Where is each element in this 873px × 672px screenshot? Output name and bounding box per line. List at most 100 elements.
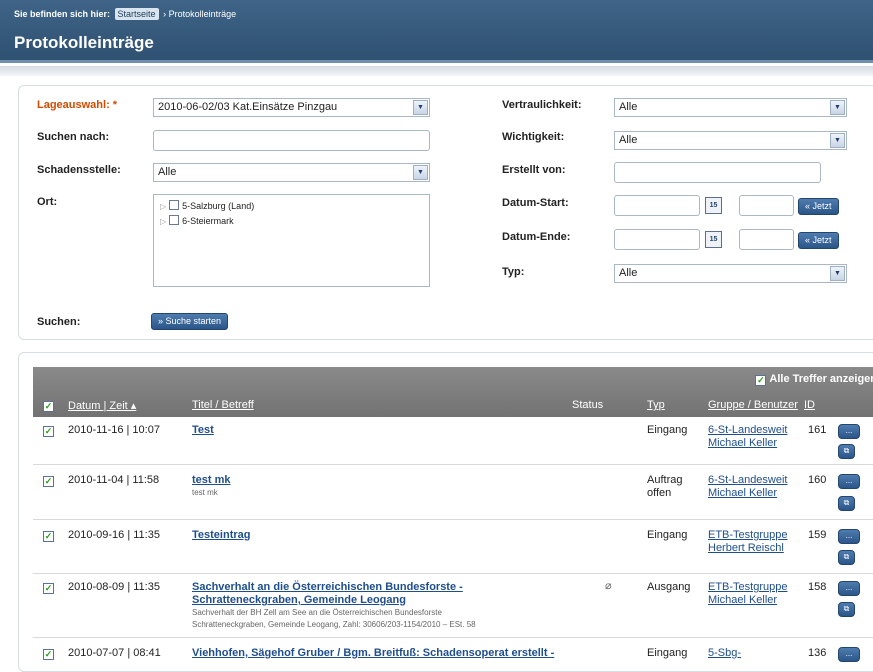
tree-node-salzburg[interactable]: ▷ 5-Salzburg (Land) <box>160 200 254 211</box>
chevron-down-icon: ▼ <box>830 133 845 148</box>
row-benutzer[interactable]: Herbert Reischl <box>708 542 784 554</box>
row-gruppe[interactable]: 6-St-Landesweit <box>708 474 788 486</box>
tree-checkbox[interactable] <box>169 215 180 225</box>
lageauswahl-label: Lageauswahl: * <box>37 99 118 111</box>
row-more-button[interactable]: ... <box>838 424 860 439</box>
expand-arrow-icon[interactable]: ▷ <box>160 202 166 211</box>
chevron-down-icon: ▼ <box>830 100 845 115</box>
typ-select[interactable]: Alle ▼ <box>614 264 847 283</box>
erstellt-von-input[interactable] <box>614 162 821 183</box>
row-datum: 2010-11-04 | 11:58 <box>68 474 160 486</box>
breadcrumb: Sie befinden sich hier: Startseite › Pro… <box>14 8 236 20</box>
row-benutzer[interactable]: Michael Keller <box>708 437 777 449</box>
ort-tree[interactable]: ▷ 5-Salzburg (Land) ▷ 6-Steiermark <box>153 194 430 287</box>
results-panel: ✓ Alle Treffer anzeigen ✓ Datum | Zeit ▴ … <box>18 352 873 672</box>
row-more-button[interactable]: ... <box>838 647 860 662</box>
row-subtitle-line2: Schratteneckgraben, Gemeinde Leogang, Za… <box>192 620 476 629</box>
row-checkbox[interactable]: ✓ <box>43 426 54 437</box>
chevron-down-icon: ▼ <box>413 100 428 115</box>
page-header: Sie befinden sich hier: Startseite › Pro… <box>0 0 873 63</box>
row-checkbox[interactable]: ✓ <box>43 649 54 660</box>
wichtigkeit-value: Alle <box>619 134 638 146</box>
schadensstelle-label: Schadensstelle: <box>37 164 121 176</box>
tree-checkbox[interactable] <box>169 200 180 210</box>
row-gruppe[interactable]: 6-St-Landesweit <box>708 424 788 436</box>
row-gruppe[interactable]: ETB-Testgruppe <box>708 581 787 593</box>
row-gruppe[interactable]: 5-Sbg- <box>708 647 741 659</box>
row-id: 158 <box>808 581 827 593</box>
datum-start-time-input[interactable] <box>739 195 794 216</box>
row-more-button[interactable]: ... <box>838 581 860 596</box>
column-header-typ[interactable]: Typ <box>647 399 665 411</box>
row-more-button[interactable]: ... <box>838 529 860 544</box>
row-id: 160 <box>808 474 827 486</box>
calendar-icon[interactable]: 15 <box>705 231 722 248</box>
datum-ende-jetzt-button[interactable]: « Jetzt <box>798 232 839 249</box>
row-typ: Eingang <box>647 424 688 436</box>
row-title[interactable]: test mk <box>192 474 231 486</box>
table-row: ✓ 2010-11-04 | 11:58 test mk test mk Auf… <box>33 465 873 520</box>
datum-ende-time-input[interactable] <box>739 229 794 250</box>
row-checkbox[interactable]: ✓ <box>43 583 54 594</box>
row-title[interactable]: Testeintrag <box>192 529 250 541</box>
row-checkbox[interactable]: ✓ <box>43 476 54 487</box>
row-benutzer[interactable]: Michael Keller <box>708 487 777 499</box>
copy-icon[interactable]: ⧉ <box>838 496 855 511</box>
row-checkbox[interactable]: ✓ <box>43 531 54 542</box>
copy-icon[interactable]: ⧉ <box>838 602 855 617</box>
results-table-header: ✓ Alle Treffer anzeigen ✓ Datum | Zeit ▴ … <box>33 367 873 417</box>
checkbox[interactable]: ✓ <box>755 375 767 386</box>
suche-starten-button[interactable]: » Suche starten <box>151 313 229 330</box>
row-title-line2[interactable]: Schratteneckgraben, Gemeinde Leogang <box>192 594 406 606</box>
all-hits-toggle[interactable]: ✓ Alle Treffer anzeigen <box>755 373 873 386</box>
suchen-label: Suchen: <box>37 316 81 328</box>
vertraulichkeit-select[interactable]: Alle ▼ <box>614 98 847 117</box>
datum-ende-label: Datum-Ende: <box>502 231 571 243</box>
row-datum: 2010-08-09 | 11:35 <box>68 581 160 593</box>
datum-start-label: Datum-Start: <box>502 197 569 209</box>
row-id: 161 <box>808 424 827 436</box>
lageauswahl-value: 2010-06-02/03 Kat.Einsätze Pinzgau <box>158 101 338 113</box>
schadensstelle-select[interactable]: Alle ▼ <box>153 163 430 182</box>
row-title[interactable]: Sachverhalt an die Österreichischen Bund… <box>192 581 463 593</box>
tree-node-steiermark[interactable]: ▷ 6-Steiermark <box>160 215 234 226</box>
breadcrumb-label: Sie befinden sich hier: <box>14 9 111 19</box>
lageauswahl-select[interactable]: 2010-06-02/03 Kat.Einsätze Pinzgau ▼ <box>153 98 430 117</box>
row-datum: 2010-09-16 | 11:35 <box>68 529 160 541</box>
attachment-paperclip-icon[interactable]: ⌀ <box>605 579 612 592</box>
typ-value: Alle <box>619 267 638 279</box>
row-subtitle: Sachverhalt der BH Zell am See an die Ös… <box>192 608 442 617</box>
column-header-titel[interactable]: Titel / Betreff <box>192 399 254 411</box>
select-all-checkbox[interactable]: ✓ <box>43 401 54 412</box>
breadcrumb-home-link[interactable]: Startseite <box>114 8 159 20</box>
column-header-gruppe[interactable]: Gruppe / Benutzer <box>708 399 798 411</box>
row-typ: Eingang <box>647 529 688 541</box>
ort-label: Ort: <box>37 196 58 208</box>
row-title[interactable]: Viehhofen, Sägehof Gruber / Bgm. Breitfu… <box>192 647 554 659</box>
copy-icon[interactable]: ⧉ <box>838 550 855 565</box>
row-typ: Eingang <box>647 647 688 659</box>
datum-start-jetzt-button[interactable]: « Jetzt <box>798 198 839 215</box>
expand-arrow-icon[interactable]: ▷ <box>160 217 166 226</box>
page-title: Protokolleinträge <box>14 33 154 52</box>
datum-start-date-input[interactable] <box>614 195 700 216</box>
wichtigkeit-select[interactable]: Alle ▼ <box>614 131 847 150</box>
row-typ-detail: offen <box>647 487 672 499</box>
copy-icon[interactable]: ⧉ <box>838 444 855 459</box>
datum-ende-date-input[interactable] <box>614 229 700 250</box>
table-row: ✓ 2010-09-16 | 11:35 Testeintrag Eingang… <box>33 520 873 574</box>
row-datum: 2010-11-16 | 10:07 <box>68 424 160 436</box>
suchen-nach-input[interactable] <box>153 130 430 151</box>
column-header-datum[interactable]: Datum | Zeit ▴ <box>68 399 136 412</box>
column-header-id[interactable]: ID <box>804 399 815 411</box>
chevron-down-icon: ▼ <box>830 266 845 281</box>
chevron-down-icon: ▼ <box>413 165 428 180</box>
calendar-icon[interactable]: 15 <box>705 197 722 214</box>
vertraulichkeit-label: Vertraulichkeit: <box>502 99 582 111</box>
row-title[interactable]: Test <box>192 424 214 436</box>
row-typ: Ausgang <box>647 581 691 593</box>
row-more-button[interactable]: ... <box>838 474 860 489</box>
row-gruppe[interactable]: ETB-Testgruppe <box>708 529 787 541</box>
row-benutzer[interactable]: Michael Keller <box>708 594 777 606</box>
row-datum: 2010-07-07 | 08:41 <box>68 647 161 659</box>
